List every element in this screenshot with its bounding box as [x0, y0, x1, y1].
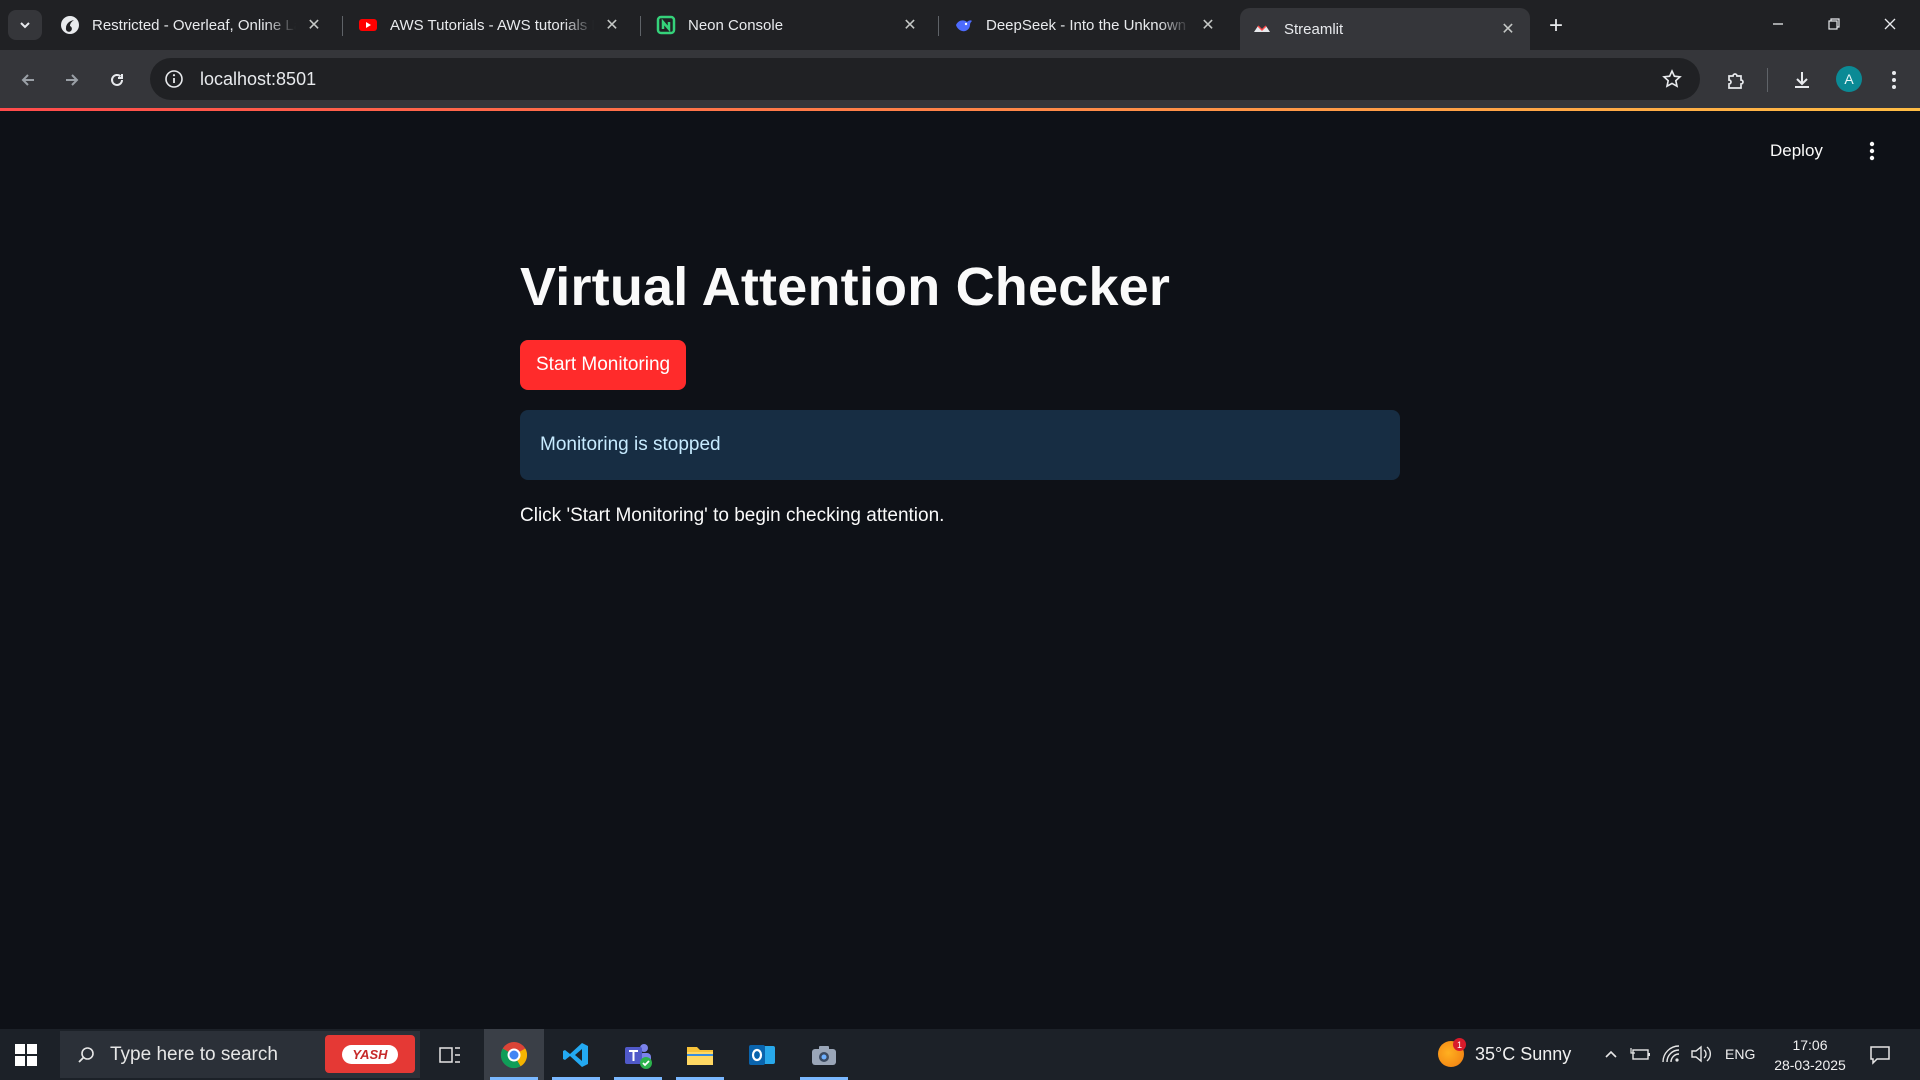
back-button[interactable]	[12, 64, 44, 96]
deploy-button[interactable]: Deploy	[1770, 141, 1823, 161]
puzzle-icon	[1728, 73, 1744, 89]
notification-icon	[1870, 1046, 1890, 1065]
tab-aws-tutorials[interactable]: AWS Tutorials - AWS tutorials For Beginn…	[346, 8, 634, 42]
overleaf-icon	[60, 15, 80, 35]
browser-toolbar	[0, 50, 1920, 110]
tab-deepseek[interactable]: DeepSeek - Into the Unknown ✕	[942, 8, 1230, 42]
tab-separator	[640, 16, 641, 36]
close-icon[interactable]: ✕	[1198, 15, 1218, 35]
app-menu-button[interactable]	[1860, 139, 1884, 163]
chevron-up-icon	[1605, 1050, 1617, 1058]
camera-icon	[812, 1045, 836, 1065]
close-icon	[1884, 18, 1896, 30]
task-view-icon	[439, 1046, 460, 1063]
reload-icon	[111, 73, 123, 86]
toolbar-divider	[1767, 68, 1768, 92]
more-vertical-icon	[1869, 141, 1875, 161]
search-placeholder: Type here to search	[110, 1043, 278, 1065]
reload-button[interactable]	[101, 64, 133, 96]
windows-logo-icon	[15, 1044, 37, 1066]
tab-title: DeepSeek - Into the Unknown	[986, 16, 1187, 34]
close-window-button[interactable]	[1870, 8, 1910, 40]
close-icon[interactable]: ✕	[900, 15, 920, 35]
windows-taskbar: Type here to search YASH 1 35°C Sunny EN…	[0, 1029, 1920, 1080]
download-icon	[1795, 72, 1809, 88]
teams-icon	[625, 1043, 652, 1069]
tab-title: Streamlit	[1284, 20, 1344, 38]
status-message: Monitoring is stopped	[540, 434, 721, 455]
tab-title: AWS Tutorials - AWS tutorials For Beginn…	[390, 16, 594, 34]
url-input[interactable]	[200, 68, 1500, 90]
minimize-button[interactable]	[1758, 8, 1798, 40]
profile-avatar[interactable]: A	[1836, 66, 1862, 92]
taskbar-outlook[interactable]	[732, 1029, 792, 1080]
clock-time: 17:06	[1792, 1037, 1828, 1053]
downloads-button[interactable]	[1786, 64, 1818, 96]
forward-button[interactable]	[56, 64, 88, 96]
tab-separator	[342, 16, 343, 36]
taskbar-file-explorer[interactable]	[670, 1029, 730, 1080]
browser-menu-button[interactable]	[1878, 64, 1910, 96]
neon-icon	[656, 15, 676, 35]
arrow-left-icon	[21, 74, 34, 86]
browser-tab-strip: Restricted - Overleaf, Online LaTeX Edit…	[0, 0, 1920, 50]
chevron-down-icon	[20, 22, 30, 29]
outlook-icon	[749, 1044, 775, 1065]
taskbar-teams[interactable]	[608, 1029, 668, 1080]
folder-icon	[687, 1046, 713, 1065]
deepseek-icon	[954, 15, 974, 35]
close-icon[interactable]: ✕	[1498, 19, 1518, 39]
tab-neon-console[interactable]: Neon Console ✕	[644, 8, 932, 42]
hint-text: Click 'Start Monitoring' to begin checki…	[520, 505, 945, 526]
weather-text[interactable]: 35°C Sunny	[1475, 1044, 1571, 1065]
status-info-box: Monitoring is stopped	[520, 410, 1400, 480]
network-icon[interactable]	[1660, 1043, 1682, 1065]
tab-search-button[interactable]	[8, 10, 42, 40]
close-icon[interactable]: ✕	[304, 15, 324, 35]
bookmark-star-icon[interactable]	[1660, 67, 1684, 91]
windows-start-button[interactable]	[12, 1041, 40, 1069]
arrow-right-icon	[66, 74, 79, 86]
search-promo-badge[interactable]: YASH	[325, 1035, 415, 1073]
tab-separator	[938, 16, 939, 36]
volume-icon[interactable]	[1690, 1043, 1712, 1065]
streamlit-app: Deploy Virtual Attention Checker Start M…	[0, 111, 1920, 1029]
yash-logo: YASH	[342, 1044, 398, 1064]
chrome-icon	[500, 1041, 528, 1068]
input-language[interactable]: ENG	[1725, 1046, 1755, 1062]
tab-title: Restricted - Overleaf, Online LaTeX Edit…	[92, 16, 296, 34]
action-center-button[interactable]	[1867, 1042, 1893, 1068]
taskbar-camera[interactable]	[794, 1029, 854, 1080]
site-info-icon[interactable]	[162, 67, 186, 91]
tab-overleaf[interactable]: Restricted - Overleaf, Online LaTeX Edit…	[48, 8, 336, 42]
clock-date: 28-03-2025	[1774, 1057, 1846, 1073]
new-tab-button[interactable]: +	[1542, 12, 1570, 40]
taskbar-clock[interactable]: 17:06 28-03-2025	[1770, 1035, 1850, 1075]
page-title: Virtual Attention Checker	[520, 257, 1171, 317]
plus-icon: +	[1548, 12, 1563, 39]
more-vertical-icon	[1892, 71, 1896, 89]
weather-notification-badge: 1	[1453, 1038, 1466, 1051]
taskbar-chrome[interactable]	[484, 1029, 544, 1080]
tab-streamlit[interactable]: Streamlit ✕	[1240, 8, 1530, 50]
start-monitoring-button[interactable]: Start Monitoring	[520, 340, 687, 390]
task-view-button[interactable]	[420, 1029, 480, 1080]
extensions-button[interactable]	[1720, 64, 1752, 96]
streamlit-icon	[1252, 19, 1272, 39]
restore-icon	[1828, 18, 1840, 30]
vscode-icon	[563, 1042, 588, 1067]
battery-icon[interactable]	[1630, 1043, 1652, 1065]
youtube-icon	[358, 15, 378, 35]
restore-button[interactable]	[1814, 8, 1854, 40]
search-icon	[74, 1043, 98, 1067]
tab-title: Neon Console	[688, 16, 784, 34]
minimize-icon	[1773, 23, 1783, 25]
show-hidden-icons-button[interactable]	[1600, 1043, 1622, 1065]
address-bar[interactable]	[150, 58, 1700, 100]
taskbar-vscode[interactable]	[546, 1029, 606, 1080]
close-icon[interactable]: ✕	[602, 15, 622, 35]
